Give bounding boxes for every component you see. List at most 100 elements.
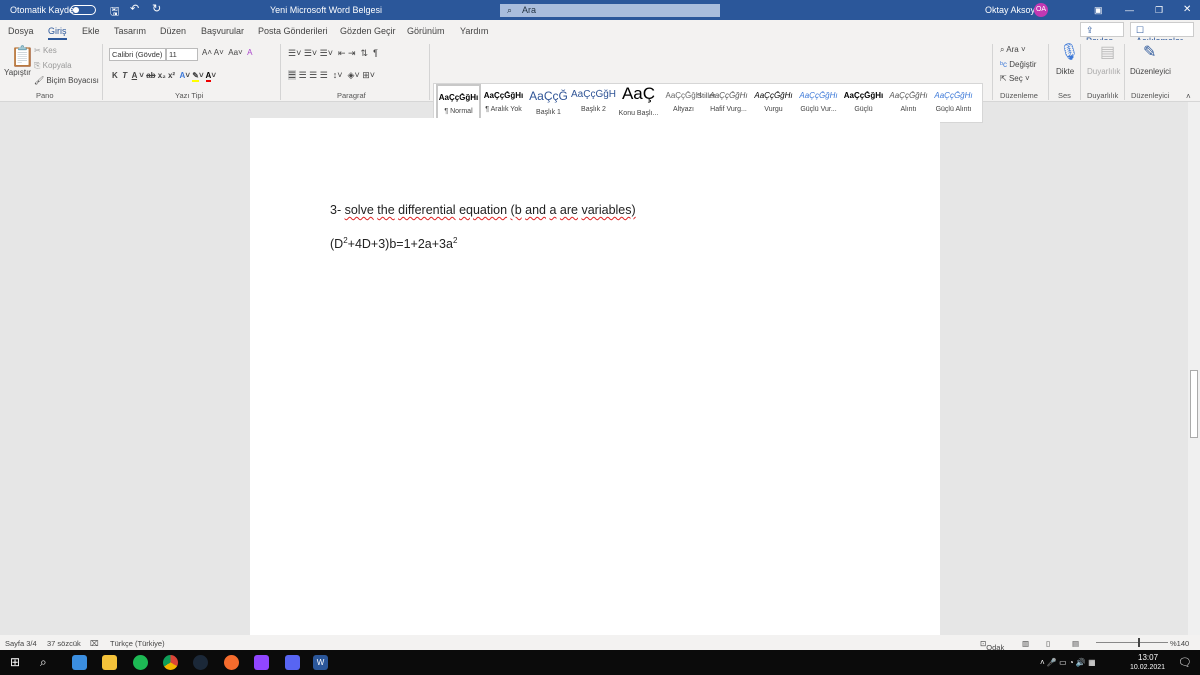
proofing-icon[interactable]: ⌧	[90, 639, 99, 648]
alignment-buttons[interactable]: ☰ ☰ ☰ ☰ ↕˅ ◈˅ ⊞˅	[288, 70, 375, 81]
style-0[interactable]: AaÇçĞğHı ¶ Normal	[436, 84, 481, 122]
word-count[interactable]: 37 sözcük	[47, 639, 81, 648]
document-title[interactable]: Yeni Microsoft Word Belgesi	[270, 5, 382, 15]
tab-tasarim[interactable]: Tasarım	[114, 26, 146, 36]
web-layout-icon[interactable]: ▤	[1072, 639, 1079, 648]
find-button[interactable]: ⌕ Ara ˅	[1000, 45, 1026, 55]
tab-gorunum[interactable]: Görünüm	[407, 26, 445, 36]
group-label-font: Yazı Tipi	[175, 91, 204, 100]
style-3[interactable]: AaÇçĞğH Başlık 2	[571, 84, 616, 122]
style-2[interactable]: AaÇçĞ Başlık 1	[526, 84, 571, 122]
replace-button[interactable]: ᵇc Değiştir	[1000, 60, 1036, 69]
chrome-icon[interactable]	[163, 655, 178, 670]
style-6[interactable]: AaÇçĞğHı Hafif Vurg...	[706, 84, 751, 122]
steam-icon[interactable]	[193, 655, 208, 670]
search-box[interactable]: ⌕ Ara	[500, 4, 720, 17]
style-name: ¶ Normal	[444, 108, 473, 115]
style-10[interactable]: AaÇçĞğHı Alıntı	[886, 84, 931, 122]
group-label-paragraph: Paragraf	[337, 91, 366, 100]
zoom-slider-thumb[interactable]	[1138, 638, 1140, 647]
user-name[interactable]: Oktay Aksoy	[985, 5, 1035, 15]
style-4[interactable]: AaÇ Konu Başlı...	[616, 84, 661, 122]
font-grow-shrink-icons[interactable]: A˄ A˅ Aa˅ A	[202, 48, 253, 57]
clock-time[interactable]: 13:07	[1138, 653, 1158, 662]
sensitivity-button[interactable]: Duyarlılık	[1087, 67, 1120, 76]
style-8[interactable]: AaÇçĞğHı Güçlü Vur...	[796, 84, 841, 122]
dictate-button[interactable]: Dikte	[1056, 67, 1074, 76]
search-icon[interactable]: ⌕	[40, 655, 47, 670]
list-indent-buttons[interactable]: ☰˅ ☰˅ ☰˅ ⇤ ⇥ ⇅ ¶	[288, 48, 378, 59]
font-name-select[interactable]: Calibri (Gövde)	[109, 48, 166, 61]
language[interactable]: Türkçe (Türkiye)	[110, 639, 165, 648]
clock-date[interactable]: 10.02.2021	[1130, 664, 1165, 671]
group-label-editor: Düzenleyici	[1131, 91, 1170, 100]
avatar[interactable]: OA	[1034, 3, 1048, 17]
notification-icon[interactable]: 🗨	[1178, 656, 1192, 669]
copy-button[interactable]: ⎘ Kopyala	[34, 61, 72, 71]
document-word: are	[559, 203, 578, 217]
style-11[interactable]: AaÇçĞğHı Güçlü Alıntı	[931, 84, 976, 122]
document-question[interactable]: 3- solve the differential equation (b an…	[330, 203, 636, 217]
paste-button[interactable]: Yapıştır	[4, 68, 31, 77]
spotify-icon[interactable]	[133, 655, 148, 670]
windows-start-icon[interactable]: ⊞	[10, 655, 20, 669]
zoom-slider[interactable]	[1096, 642, 1168, 643]
tab-posta[interactable]: Posta Gönderileri	[258, 26, 328, 36]
style-1[interactable]: AaÇçĞğHı ¶ Aralık Yok	[481, 84, 526, 122]
word-icon[interactable]: W	[313, 655, 328, 670]
ribbon-display-icon[interactable]: ▣	[1094, 5, 1103, 16]
comments-button[interactable]: ☐ Açıklamalar	[1130, 22, 1194, 46]
minimize-icon[interactable]: —	[1125, 5, 1134, 15]
style-name: Konu Başlı...	[618, 110, 659, 117]
style-name: Güçlü Alıntı	[935, 106, 972, 113]
autosave-toggle[interactable]	[70, 5, 96, 15]
print-layout-icon[interactable]: ▯	[1046, 639, 1050, 648]
editor-button[interactable]: Düzenleyici	[1130, 67, 1171, 76]
style-preview: AaÇçĞğHı	[843, 91, 884, 100]
undo-icon[interactable]: ↶	[130, 2, 139, 15]
paste-icon[interactable]: 📋	[10, 44, 35, 69]
font-format-buttons[interactable]: K T A ˅ ab x₂ x² A˅ ✎˅ A˅	[112, 71, 216, 82]
mail-icon[interactable]	[72, 655, 87, 670]
select-button[interactable]: ⇱ Seç ˅	[1000, 74, 1030, 83]
divider	[102, 44, 103, 100]
style-preview: AaÇçĞğHı	[889, 91, 928, 100]
read-mode-icon[interactable]: ▥	[1022, 639, 1029, 648]
tab-duzen[interactable]: Düzen	[160, 26, 186, 36]
document-page[interactable]: 3- solve the differential equation (b an…	[250, 118, 940, 638]
focus-button[interactable]: ⊡ Odak	[980, 639, 1004, 652]
scrollbar-thumb[interactable]	[1190, 370, 1198, 438]
group-label-clipboard: Pano	[36, 91, 54, 100]
document-word: variables)	[581, 203, 636, 217]
style-preview: AaÇçĞ	[529, 89, 568, 103]
tab-dosya[interactable]: Dosya	[8, 26, 34, 36]
zoom-level[interactable]: %140	[1170, 639, 1189, 648]
style-9[interactable]: AaÇçĞğHı Güçlü	[841, 84, 886, 122]
origin-icon[interactable]	[224, 655, 239, 670]
editor-icon[interactable]: ✎	[1143, 42, 1156, 62]
tab-giris[interactable]: Giriş	[48, 26, 67, 40]
cut-button[interactable]: ✂ Kes	[34, 46, 57, 55]
restore-icon[interactable]: ❐	[1155, 5, 1163, 16]
style-name: Güçlü Vur...	[800, 106, 837, 113]
style-7[interactable]: AaÇçĞğHı Vurgu	[751, 84, 796, 122]
twitch-icon[interactable]	[254, 655, 269, 670]
file-explorer-icon[interactable]	[102, 655, 117, 670]
format-painter-button[interactable]: 🖌 Biçim Boyacısı	[34, 76, 99, 85]
system-tray-icons[interactable]: ˄ 🎤 ▭ ◔ 🔊 ▦	[1040, 658, 1096, 667]
tab-basvurular[interactable]: Başvurular	[201, 26, 244, 36]
vertical-scrollbar[interactable]	[1188, 102, 1200, 635]
font-size-select[interactable]: 11	[166, 48, 198, 61]
tab-ekle[interactable]: Ekle	[82, 26, 100, 36]
microphone-icon[interactable]: 🎙	[1059, 42, 1079, 62]
tab-yardim[interactable]: Yardım	[460, 26, 488, 36]
tab-gozden-gecir[interactable]: Gözden Geçir	[340, 26, 396, 36]
style-5[interactable]: AaÇçĞğH Altyazı	[661, 84, 706, 122]
discord-icon[interactable]	[285, 655, 300, 670]
redo-icon[interactable]: ↻	[152, 2, 161, 15]
close-icon[interactable]: ✕	[1183, 4, 1191, 15]
share-button[interactable]: ⇪ Paylaş	[1080, 22, 1124, 46]
document-equation[interactable]: (D2+4D+3)b=1+2a+3a2	[330, 236, 457, 251]
page-count[interactable]: Sayfa 3/4	[5, 639, 37, 648]
collapse-ribbon-icon[interactable]: ˄	[1186, 92, 1191, 101]
